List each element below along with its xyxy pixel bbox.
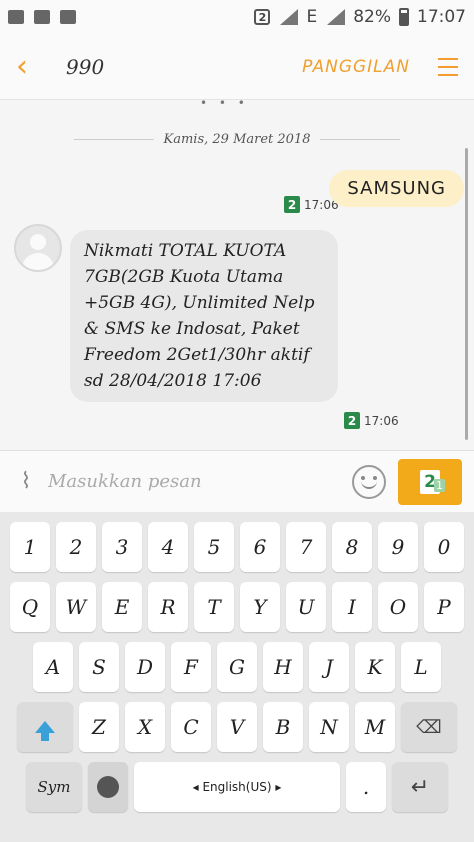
key-b[interactable]: B: [263, 702, 303, 752]
message-composer: ⌇ 2 1: [0, 450, 474, 512]
message-notification-icon: [8, 10, 24, 24]
sent-message-meta: 2 17:06: [284, 196, 339, 213]
key-t[interactable]: T: [194, 582, 234, 632]
send-sim-sub-icon: 1: [434, 478, 445, 492]
call-button[interactable]: PANGGILAN: [302, 57, 410, 77]
signal-icon: [278, 9, 299, 25]
battery-percent: 82%: [353, 7, 391, 27]
received-message-bubble[interactable]: Nikmati TOTAL KUOTA 7GB(2GB Kuota Utama …: [70, 230, 338, 402]
sym-key[interactable]: Sym: [26, 762, 82, 812]
key-q[interactable]: Q: [10, 582, 50, 632]
keyboard: 1 2 3 4 5 6 7 8 9 0 Q W E R T Y U I O P …: [0, 512, 474, 842]
status-bar: 2 E 82% 17:07: [0, 0, 474, 34]
keyboard-row-asdf: A S D F G H J K L: [8, 642, 466, 692]
enter-key[interactable]: ↵: [392, 762, 448, 812]
key-5[interactable]: 5: [194, 522, 234, 572]
key-j[interactable]: J: [309, 642, 349, 692]
older-messages-indicator: • • •: [200, 96, 249, 110]
key-z[interactable]: Z: [79, 702, 119, 752]
scrollbar[interactable]: [465, 148, 468, 440]
key-2[interactable]: 2: [56, 522, 96, 572]
key-c[interactable]: C: [171, 702, 211, 752]
key-0[interactable]: 0: [424, 522, 464, 572]
emoji-icon[interactable]: [352, 464, 386, 499]
network-type: E: [306, 7, 318, 27]
received-time: 17:06: [364, 413, 399, 428]
message-list[interactable]: • • • Kamis, 29 Maret 2018 2 17:06 SAMSU…: [0, 96, 474, 450]
key-d[interactable]: D: [125, 642, 165, 692]
contact-avatar[interactable]: [14, 224, 62, 272]
received-message-meta: 2 17:06: [344, 412, 399, 429]
key-s[interactable]: S: [79, 642, 119, 692]
key-9[interactable]: 9: [378, 522, 418, 572]
key-g[interactable]: G: [217, 642, 257, 692]
key-k[interactable]: K: [355, 642, 395, 692]
date-divider: Kamis, 29 Maret 2018: [0, 132, 474, 147]
sim-badge: 2: [284, 196, 300, 213]
clock: 17:07: [417, 7, 466, 27]
key-o[interactable]: O: [378, 582, 418, 632]
key-p[interactable]: P: [424, 582, 464, 632]
key-v[interactable]: V: [217, 702, 257, 752]
key-e[interactable]: E: [102, 582, 142, 632]
emoji-key[interactable]: [88, 762, 128, 812]
send-button[interactable]: 2 1: [398, 458, 462, 505]
key-n[interactable]: N: [309, 702, 349, 752]
shift-key[interactable]: [17, 702, 73, 752]
key-i[interactable]: I: [332, 582, 372, 632]
app-notification-icon: [34, 10, 50, 24]
backspace-icon: ⌫: [416, 716, 442, 738]
conversation-header: ‹ 990 PANGGILAN: [0, 34, 474, 100]
key-w[interactable]: W: [56, 582, 96, 632]
message-input[interactable]: [48, 471, 328, 492]
keyboard-row-numbers: 1 2 3 4 5 6 7 8 9 0: [8, 522, 466, 572]
key-4[interactable]: 4: [148, 522, 188, 572]
enter-icon: ↵: [410, 774, 430, 800]
menu-icon[interactable]: [438, 57, 458, 76]
contact-name: 990: [66, 54, 105, 79]
key-r[interactable]: R: [148, 582, 188, 632]
period-key[interactable]: .: [346, 762, 386, 812]
key-6[interactable]: 6: [240, 522, 280, 572]
key-x[interactable]: X: [125, 702, 165, 752]
backspace-key[interactable]: ⌫: [401, 702, 457, 752]
back-arrow-icon[interactable]: ‹: [16, 49, 52, 84]
attachment-icon[interactable]: ⌇: [12, 468, 40, 496]
key-l[interactable]: L: [401, 642, 441, 692]
key-7[interactable]: 7: [286, 522, 326, 572]
key-m[interactable]: M: [355, 702, 395, 752]
key-3[interactable]: 3: [102, 522, 142, 572]
sim-badge: 2: [344, 412, 360, 429]
key-y[interactable]: Y: [240, 582, 280, 632]
key-a[interactable]: A: [33, 642, 73, 692]
key-8[interactable]: 8: [332, 522, 372, 572]
youtube-icon: [60, 10, 76, 24]
shift-arrow-icon: [35, 721, 55, 741]
emoji-keyboard-icon: [97, 776, 119, 798]
sim-indicator: 2: [254, 9, 271, 25]
keyboard-row-qwerty: Q W E R T Y U I O P: [8, 582, 466, 632]
key-h[interactable]: H: [263, 642, 303, 692]
battery-icon: [399, 8, 409, 26]
key-u[interactable]: U: [286, 582, 326, 632]
key-1[interactable]: 1: [10, 522, 50, 572]
keyboard-row-bottom: Sym ◂ English(US) ▸ . ↵: [8, 762, 466, 812]
sent-message-bubble[interactable]: SAMSUNG: [329, 170, 464, 207]
key-f[interactable]: F: [171, 642, 211, 692]
space-key[interactable]: ◂ English(US) ▸: [134, 762, 340, 812]
signal-icon-2: [325, 9, 346, 25]
keyboard-row-zxcv: Z X C V B N M ⌫: [8, 702, 466, 752]
